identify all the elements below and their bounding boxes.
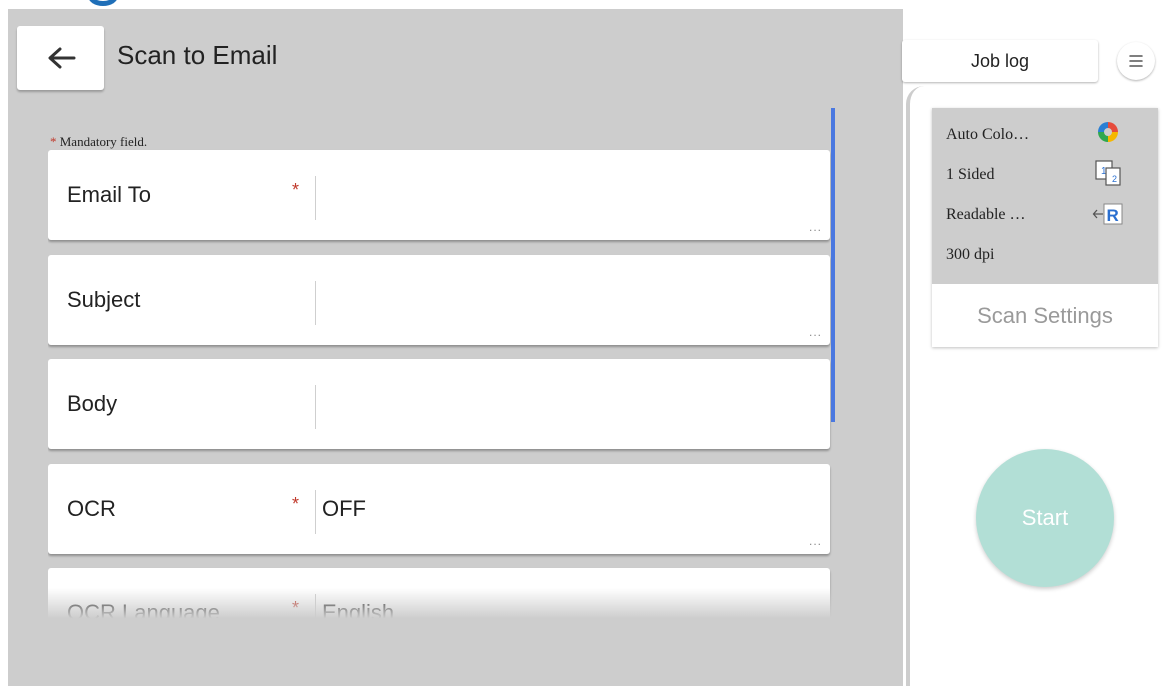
scan-settings-card[interactable]: Auto Colo… 1 Sided 1 2 Readable … R 300 … — [932, 108, 1158, 347]
sides-label: 1 Sided — [946, 166, 995, 183]
orientation-label: Readable … — [946, 206, 1026, 223]
field-divider — [315, 176, 316, 220]
more-options-icon[interactable]: ... — [809, 325, 822, 339]
field-divider — [315, 281, 316, 325]
subject-field[interactable]: Subject ... — [48, 255, 830, 345]
field-divider — [315, 385, 316, 429]
ocr-field[interactable]: OCR * OFF ... — [48, 464, 830, 554]
scan-settings-button[interactable]: Scan Settings — [932, 284, 1158, 347]
color-mode-label: Auto Colo… — [946, 126, 1030, 143]
field-label: Body — [67, 391, 118, 416]
email-to-field[interactable]: Email To * ... — [48, 150, 830, 240]
mandatory-asterisk: * — [50, 134, 57, 149]
ocr-language-field[interactable]: OCR Language * English — [48, 568, 830, 620]
menu-button[interactable] — [1117, 42, 1155, 80]
body-field[interactable]: Body — [48, 359, 830, 449]
one-sided-icon: 1 2 — [1090, 159, 1126, 187]
more-options-icon[interactable]: ... — [809, 534, 822, 548]
mandatory-note-text: Mandatory field. — [59, 134, 148, 149]
field-label: OCR — [67, 496, 116, 521]
hamburger-menu-icon — [1129, 55, 1143, 67]
arrow-left-icon — [48, 47, 75, 69]
required-asterisk: * — [292, 598, 300, 618]
field-label: Email To — [67, 182, 151, 207]
field-divider — [315, 594, 316, 620]
more-options-icon[interactable]: ... — [809, 220, 822, 234]
form-area: * Mandatory field. Email To * ... Subjec… — [48, 108, 838, 620]
ocr-language-value[interactable]: English — [322, 600, 394, 620]
mandatory-note: * Mandatory field. — [50, 134, 147, 150]
start-button[interactable]: Start — [976, 449, 1114, 587]
page-title: Scan to Email — [117, 40, 278, 70]
required-asterisk: * — [292, 180, 300, 200]
resolution-label: 300 dpi — [946, 246, 995, 263]
svg-text:R: R — [1107, 206, 1119, 225]
svg-text:2: 2 — [1112, 174, 1117, 184]
ocr-value[interactable]: OFF — [322, 496, 366, 522]
field-label: OCR Language — [67, 600, 220, 620]
auto-color-icon — [1090, 118, 1126, 146]
field-divider — [315, 490, 316, 534]
scrollbar[interactable] — [831, 108, 835, 422]
required-asterisk: * — [292, 494, 300, 514]
job-log-button[interactable]: Job log — [902, 40, 1098, 82]
field-label: Subject — [67, 287, 141, 312]
back-button[interactable] — [17, 26, 104, 90]
readable-orientation-icon: R — [1090, 200, 1126, 228]
top-strip — [0, 0, 1175, 9]
scan-settings-summary: Auto Colo… 1 Sided 1 2 Readable … R 300 … — [932, 108, 1158, 284]
brand-logo — [88, 0, 118, 6]
